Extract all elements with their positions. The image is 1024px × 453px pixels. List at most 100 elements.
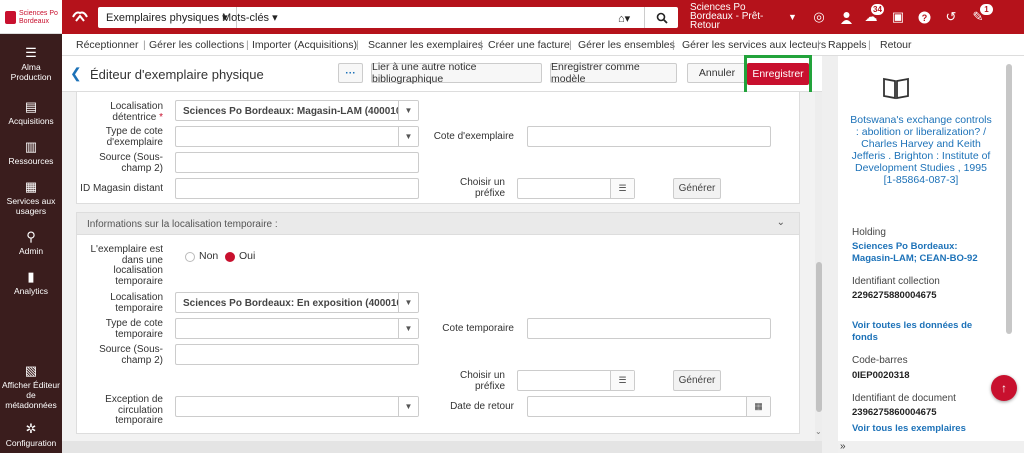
alma-home-icon[interactable]: [70, 7, 90, 27]
nav-resources[interactable]: ▥ Ressources: [0, 139, 62, 167]
radio-no-label: Non: [199, 250, 219, 262]
action-reader-services[interactable]: Gérer les services aux lecteurs: [682, 39, 826, 51]
temp-call-number-input[interactable]: [527, 318, 771, 339]
search-field-dropdown[interactable]: Mots-clés ▾: [216, 7, 285, 28]
action-return[interactable]: Retour: [880, 39, 912, 51]
nav-user-services[interactable]: ▦ Services aux usagers: [0, 180, 62, 217]
action-receive[interactable]: Réceptionner: [76, 39, 138, 51]
more-actions-button[interactable]: ···: [338, 63, 363, 83]
source-subfield-label: Source (Sous-champ 2): [99, 152, 163, 174]
search-button[interactable]: [644, 7, 678, 28]
chevron-down-icon[interactable]: ⌄: [777, 217, 785, 228]
chevron-down-icon: ▼: [398, 127, 418, 146]
remote-storage-id-input[interactable]: [175, 178, 419, 199]
nav-configuration[interactable]: ✲ Configuration: [0, 422, 62, 449]
resources-icon: ▥: [24, 139, 38, 154]
save-button[interactable]: Enregistrer: [747, 63, 809, 85]
user-shape: [840, 11, 852, 24]
editor-header: ❮ Éditeur d'exemplaire physique ··· Lier…: [62, 56, 822, 92]
link-other-record-button[interactable]: Lier à une autre notice bibliographique: [371, 61, 542, 85]
expand-pane-icon[interactable]: »: [838, 441, 1024, 453]
nav-analytics-label: Analytics: [13, 286, 48, 296]
action-create-invoice[interactable]: Créer une facture: [488, 39, 570, 51]
logo-mark: [5, 11, 16, 24]
temp-location-value: Sciences Po Bordeaux: En exposition (400…: [183, 298, 417, 309]
nav-analytics[interactable]: ▮ Analytics: [0, 269, 62, 297]
nav-acquisitions[interactable]: ▤ Acquisitions: [0, 99, 62, 127]
item-call-number-label: Cote d'exemplaire: [433, 131, 514, 142]
search-input[interactable]: [282, 7, 612, 28]
temp-generate-button[interactable]: Générer: [673, 370, 721, 391]
collection-id-value: 2296275880004675: [852, 290, 937, 301]
search-home-icon[interactable]: ⌂▾: [618, 12, 630, 25]
institution-logo[interactable]: Sciences Po Bordeaux: [0, 0, 62, 34]
action-scan-items[interactable]: Scanner les exemplaires: [368, 39, 483, 51]
view-all-holdings-link[interactable]: Voir toutes les données de fonds: [852, 320, 992, 343]
scroll-down-arrow-icon[interactable]: ⌄: [815, 427, 822, 436]
action-import[interactable]: Importer (Acquisitions): [252, 39, 357, 51]
temp-source-input[interactable]: [175, 344, 419, 365]
bottom-bar: [62, 441, 824, 453]
barcode-label: Code-barres: [852, 355, 908, 366]
nav-production[interactable]: ☰ Alma Production: [0, 46, 62, 83]
source-subfield-input[interactable]: [175, 152, 419, 173]
institution-caret-icon[interactable]: ▼: [788, 12, 797, 22]
holding-location-panel: Localisation détentrice * Sciences Po Bo…: [76, 92, 800, 204]
list-icon[interactable]: ☰: [610, 371, 634, 390]
list-icon[interactable]: ☰: [610, 179, 634, 198]
radio-yes-label: Oui: [239, 250, 256, 262]
record-title-link[interactable]: Botswana's exchange controls : abolition…: [848, 114, 994, 186]
temp-call-number-type-select[interactable]: ▼: [175, 318, 419, 339]
acquisitions-icon: ▤: [24, 99, 38, 114]
chevron-down-icon: ▼: [398, 101, 418, 120]
alma-logo-icon[interactable]: ◎: [811, 9, 827, 25]
svg-text:?: ?: [921, 13, 927, 23]
action-manage-sets[interactable]: Gérer les ensembles: [578, 39, 675, 51]
page-title: Éditeur d'exemplaire physique: [90, 67, 264, 82]
app-root: Sciences Po Bordeaux Exemplaires physique…: [0, 0, 1024, 453]
return-date-input[interactable]: ▦: [527, 396, 771, 417]
save-as-template-button[interactable]: Enregistrer comme modèle: [550, 61, 677, 85]
analytics-icon: ▮: [27, 269, 35, 284]
nav-admin-label: Admin: [18, 246, 44, 256]
temp-prefix-select[interactable]: ☰: [517, 370, 635, 391]
user-icon[interactable]: [838, 9, 854, 25]
search-icon: [656, 12, 668, 24]
pane-scrollbar-thumb[interactable]: [1006, 64, 1012, 334]
calendar-icon[interactable]: ▦: [746, 397, 770, 416]
chevron-down-icon: ▼: [398, 293, 418, 312]
radio-no[interactable]: [185, 252, 195, 262]
left-navigation: ☰ Alma Production ▤ Acquisitions ▥ Resso…: [0, 34, 62, 453]
temporary-location-header[interactable]: Informations sur la localisation tempora…: [77, 213, 799, 235]
nav-metadata-editor[interactable]: ▧ Afficher Éditeur de métadonnées: [0, 364, 62, 411]
temporary-location-panel: Informations sur la localisation tempora…: [76, 212, 800, 434]
scroll-to-top-button[interactable]: ↑: [991, 375, 1017, 401]
back-chevron-icon[interactable]: ❮: [70, 65, 82, 82]
search-field-label: Mots-clés: [222, 12, 270, 24]
cancel-button[interactable]: Annuler: [687, 63, 747, 83]
view-all-items-link[interactable]: Voir tous les exemplaires: [852, 423, 992, 435]
history-icon[interactable]: ↺: [943, 9, 959, 25]
nav-admin[interactable]: ⚲ Admin: [0, 230, 62, 257]
help-icon[interactable]: ?: [916, 9, 932, 25]
item-call-number-type-select[interactable]: ▼: [175, 126, 419, 147]
clipboard-icon[interactable]: ▣: [890, 9, 906, 25]
prefix-select[interactable]: ☰: [517, 178, 635, 199]
temporary-location-title: Informations sur la localisation tempora…: [87, 219, 278, 230]
form-area: Localisation détentrice * Sciences Po Bo…: [62, 92, 822, 441]
action-recalls[interactable]: Rappels: [828, 39, 867, 51]
institution-switcher[interactable]: Sciences Po Bordeaux - Prêt-Retour: [690, 3, 780, 31]
temp-circ-exception-select[interactable]: ▼: [175, 396, 419, 417]
holding-location-select[interactable]: Sciences Po Bordeaux: Magasin-LAM (40001…: [175, 100, 419, 121]
logo-line-2: Bordeaux: [19, 18, 49, 25]
temp-prefix-label: Choisir un préfixe: [459, 370, 505, 392]
item-call-number-input[interactable]: [527, 126, 771, 147]
notifications-badge: 1: [979, 3, 994, 16]
radio-yes[interactable]: [225, 252, 235, 262]
item-call-number-type-label: Type de cote d'exemplaire: [105, 126, 163, 148]
action-manage-collections[interactable]: Gérer les collections: [149, 39, 244, 51]
temp-location-select[interactable]: Sciences Po Bordeaux: En exposition (400…: [175, 292, 419, 313]
holding-link[interactable]: Sciences Po Bordeaux: Magasin-LAM; CEAN-…: [852, 241, 992, 264]
generate-button[interactable]: Générer: [673, 178, 721, 199]
prefix-label: Choisir un préfixe: [459, 177, 505, 199]
